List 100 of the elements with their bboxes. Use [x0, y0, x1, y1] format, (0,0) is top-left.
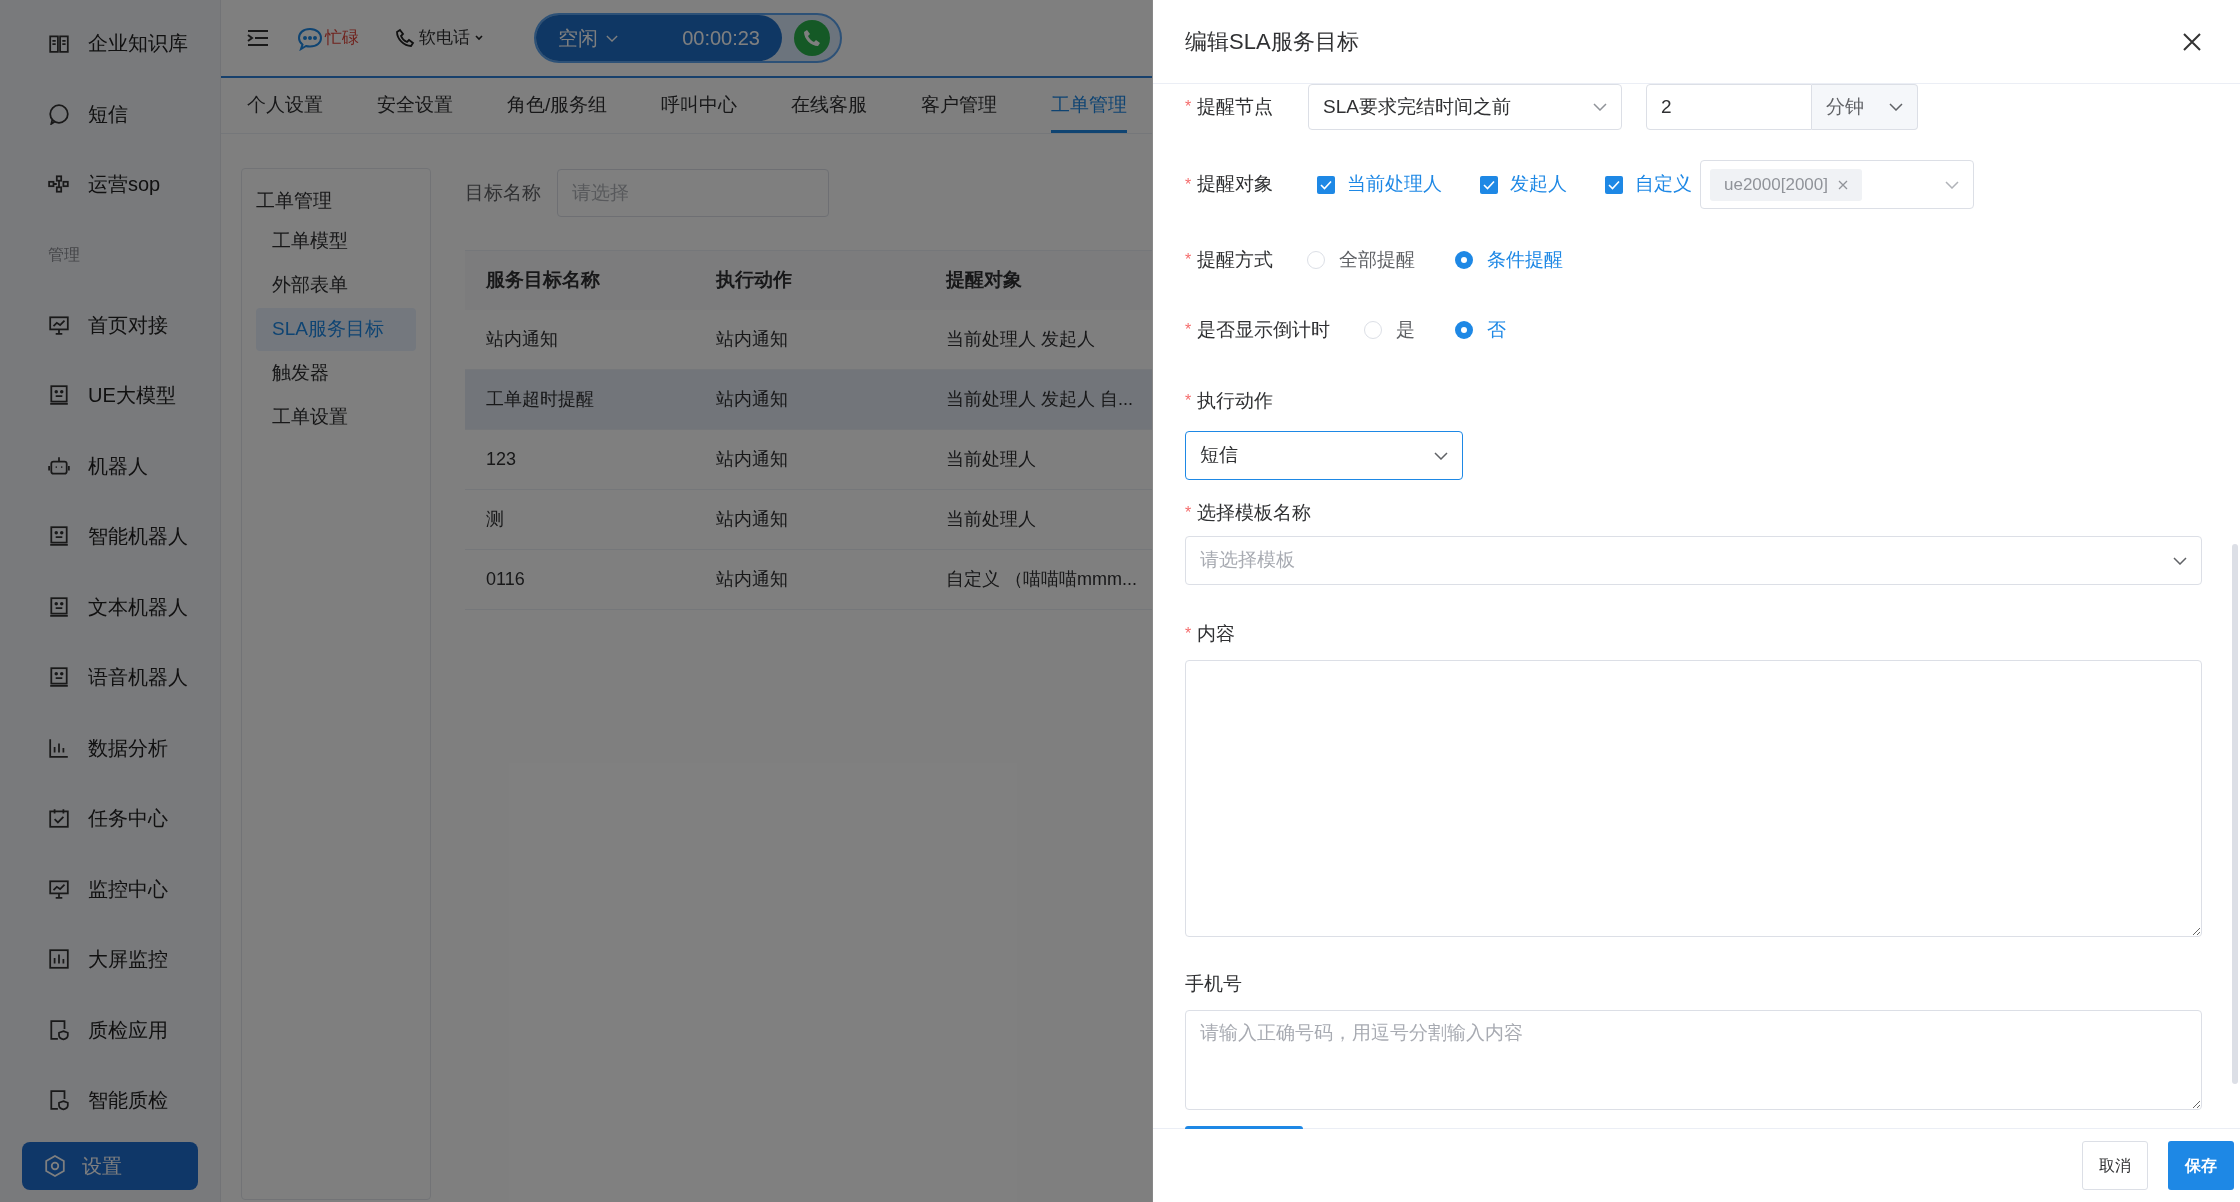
sidebar-item[interactable]: 设置: [22, 1141, 198, 1190]
sidebar-item[interactable]: 任务中心: [0, 783, 220, 854]
checkbox-label[interactable]: 自定义: [1635, 170, 1692, 199]
field-label: 选择模板名称: [1197, 500, 1312, 525]
checkbox[interactable]: [1480, 175, 1498, 194]
document-shield-icon: [48, 1089, 70, 1112]
sidebar-item[interactable]: 文本机器人: [0, 571, 220, 642]
table-cell-text: 站内通知: [715, 448, 789, 471]
sidebar-item[interactable]: 企业知识库: [0, 8, 220, 79]
field-label: 是否显示倒计时: [1197, 317, 1331, 342]
scrollbar[interactable]: [2232, 544, 2238, 1084]
field-label: 提醒对象: [1197, 172, 1274, 197]
subnav-item[interactable]: SLA服务目标: [256, 308, 416, 351]
sidebar-item[interactable]: 运营sop: [0, 149, 220, 220]
answer-call-button[interactable]: [794, 20, 830, 56]
table-cell-text: 0116: [485, 568, 526, 591]
sidebar-item[interactable]: 机器人: [0, 430, 220, 501]
table-cell-text: 站内通知: [715, 388, 789, 411]
nav-tab[interactable]: 在线客服: [791, 78, 868, 133]
status-label[interactable]: 忙碌: [325, 25, 359, 51]
sidebar-item[interactable]: 智能机器人: [0, 501, 220, 572]
call-state-select[interactable]: 空闲: [558, 23, 618, 53]
chevron-icon: [1889, 103, 1903, 111]
subnav-title: 工单管理: [256, 188, 333, 213]
table-cell-text: 当前处理人: [945, 448, 1037, 471]
sidebar-item[interactable]: 数据分析: [0, 712, 220, 783]
save-button[interactable]: 保存: [2168, 1141, 2234, 1190]
tag-select[interactable]: ue2000[2000]: [1700, 160, 1974, 209]
radio-label[interactable]: 否: [1487, 315, 1507, 345]
required-mark: *: [1185, 320, 1192, 340]
radio-label[interactable]: 条件提醒: [1487, 245, 1564, 275]
checkbox[interactable]: [1605, 175, 1623, 194]
robot-icon: [48, 454, 70, 477]
nav-tab[interactable]: 角色/服务组: [507, 78, 608, 133]
table-cell-text: 站内通知: [485, 328, 559, 351]
document-shield-icon: [48, 1018, 70, 1041]
column-header: 执行动作: [714, 268, 793, 293]
phone-number-textarea[interactable]: 请输入正确号码，用逗号分割输入内容: [1185, 1010, 2202, 1110]
radio-label[interactable]: 是: [1396, 315, 1416, 345]
checkbox-label[interactable]: 发起人: [1510, 170, 1567, 199]
tag: ue2000[2000]: [1710, 168, 1862, 201]
chevron-icon: [1434, 451, 1448, 460]
nav-tab[interactable]: 安全设置: [377, 78, 453, 133]
softphone-menu[interactable]: 软电话: [395, 25, 484, 51]
subnav-item[interactable]: 外部表单: [256, 264, 416, 307]
check-icon: [1608, 179, 1620, 190]
radio-button[interactable]: [1455, 321, 1474, 339]
chat-icon[interactable]: [297, 26, 323, 51]
unit-select[interactable]: 分钟: [1812, 84, 1918, 130]
robot-face-icon: [48, 595, 70, 618]
sidebar-item[interactable]: 语音机器人: [0, 642, 220, 713]
checkbox-label[interactable]: 当前处理人: [1347, 170, 1442, 199]
checkbox[interactable]: [1317, 175, 1335, 194]
chevron-icon: [1945, 180, 1959, 189]
monitor-chart-icon: [48, 313, 70, 336]
bar-chart-icon: [48, 736, 70, 759]
number-field[interactable]: 2: [1646, 84, 1812, 130]
sidebar-item[interactable]: 智能质检: [0, 1065, 220, 1136]
nav-tab[interactable]: 呼叫中心: [661, 78, 738, 133]
robot-face-icon: [48, 525, 70, 548]
sidebar-item[interactable]: 监控中心: [0, 853, 220, 924]
robot-face-icon: [48, 666, 70, 689]
subnav-item[interactable]: 工单设置: [256, 396, 416, 439]
phone-icon: [802, 28, 822, 48]
cancel-button[interactable]: 取消: [2082, 1141, 2148, 1190]
subnav-item[interactable]: 触发器: [256, 352, 416, 395]
sidebar-item[interactable]: 首页对接: [0, 289, 220, 360]
sidebar-item[interactable]: 大屏监控: [0, 924, 220, 995]
table-cell-text: 工单超时提醒: [485, 388, 595, 411]
sidebar-item[interactable]: 质检应用: [0, 994, 220, 1065]
robot-face-icon: [48, 384, 70, 407]
caret-icon: [474, 34, 484, 42]
filter-label: 目标名称: [465, 180, 541, 205]
check-icon: [1320, 179, 1332, 190]
nav-tab[interactable]: 个人设置: [247, 78, 323, 133]
subnav-item[interactable]: 工单模型: [256, 220, 416, 263]
required-mark: *: [1185, 97, 1192, 117]
table-cell-text: 自定义 （喵喵喵mmm...: [945, 568, 1138, 591]
close-icon[interactable]: [2182, 31, 2202, 52]
sidebar-item[interactable]: UE大模型: [0, 360, 220, 431]
chevron-icon: [2173, 556, 2187, 565]
calendar-check-icon: [48, 807, 70, 830]
flow-icon: [48, 173, 70, 196]
required-mark: *: [1185, 391, 1192, 411]
nav-tab[interactable]: 客户管理: [921, 78, 998, 133]
bar-chart-icon: [48, 948, 70, 971]
radio-button[interactable]: [1364, 321, 1383, 339]
table-cell-text: 站内通知: [715, 328, 789, 351]
sms-icon: [48, 102, 70, 125]
radio-button[interactable]: [1455, 251, 1474, 269]
menu-icon[interactable]: [247, 29, 269, 47]
dropdown-field[interactable]: 请选择模板: [1185, 536, 2202, 585]
field-label: 提醒方式: [1197, 247, 1274, 272]
radio-button[interactable]: [1307, 251, 1326, 269]
radio-label[interactable]: 全部提醒: [1339, 245, 1416, 275]
node-select[interactable]: SLA要求完结时间之前: [1308, 84, 1622, 130]
dropdown-field[interactable]: 短信: [1185, 431, 1463, 480]
sidebar-item[interactable]: 短信: [0, 78, 220, 149]
field-label: 执行动作: [1197, 388, 1274, 413]
required-mark: *: [1185, 174, 1192, 195]
